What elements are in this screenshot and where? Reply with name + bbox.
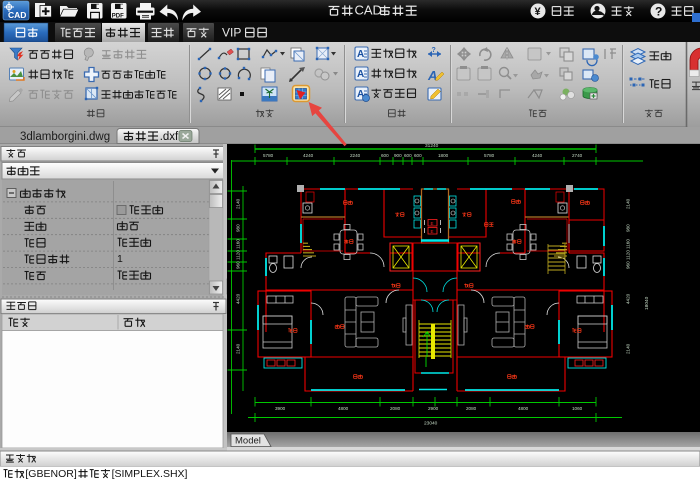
svg-text:4800: 4800	[338, 406, 349, 411]
svg-text:4420: 4420	[626, 293, 631, 304]
svg-text:2140: 2140	[626, 343, 631, 354]
svg-text:23040: 23040	[424, 421, 438, 427]
svg-text:1160: 1160	[236, 239, 241, 249]
svg-text:[SIMPLEX.SHX]: [SIMPLEX.SHX]	[112, 468, 188, 479]
svg-text:4420: 4420	[236, 293, 241, 304]
svg-text:2080: 2080	[466, 406, 477, 411]
svg-text:2140: 2140	[236, 198, 241, 209]
svg-text:2900: 2900	[428, 406, 439, 411]
svg-text:2240: 2240	[350, 153, 361, 158]
svg-text:A: A	[357, 69, 364, 80]
svg-text:900: 900	[394, 153, 402, 158]
svg-text:1060: 1060	[572, 406, 583, 411]
svg-text:1: 1	[117, 253, 123, 265]
svg-text:E: E	[431, 221, 434, 226]
svg-text:4800: 4800	[518, 406, 529, 411]
svg-text:VIP: VIP	[222, 25, 241, 39]
svg-text:600: 600	[414, 153, 422, 158]
svg-text:3dlamborgini.dwg: 3dlamborgini.dwg	[20, 131, 110, 143]
svg-text:¥: ¥	[535, 6, 542, 18]
svg-text:600: 600	[381, 153, 389, 158]
svg-text:31240: 31240	[425, 143, 439, 149]
svg-text:18040: 18040	[644, 296, 650, 310]
svg-text:5780: 5780	[263, 153, 274, 158]
svg-text:A: A	[357, 49, 364, 60]
svg-text:Model: Model	[235, 436, 261, 447]
svg-text:600: 600	[404, 153, 412, 158]
svg-text:980: 980	[236, 224, 241, 232]
svg-text:960: 960	[626, 261, 631, 269]
svg-text:?: ?	[655, 5, 662, 19]
svg-text:4240: 4240	[303, 153, 314, 158]
svg-text:CAD: CAD	[355, 3, 382, 18]
svg-text:A: A	[427, 68, 437, 83]
svg-text:960: 960	[236, 261, 241, 269]
svg-text:?: ?	[432, 47, 436, 54]
svg-text:.dxf: .dxf	[160, 131, 179, 143]
svg-text:PDF: PDF	[112, 14, 124, 20]
svg-text:1120: 1120	[626, 250, 631, 260]
svg-text:2740: 2740	[572, 153, 583, 158]
svg-text:CAD: CAD	[8, 10, 26, 20]
svg-text:2140: 2140	[236, 343, 241, 354]
svg-text:2080: 2080	[390, 406, 401, 411]
svg-text:1120: 1120	[236, 250, 241, 260]
svg-text:E: E	[431, 229, 434, 234]
svg-text:5780: 5780	[484, 153, 495, 158]
svg-text:1800: 1800	[438, 153, 449, 158]
svg-text:3900: 3900	[275, 406, 286, 411]
svg-text:1160: 1160	[626, 239, 631, 249]
svg-text:[GBENOR]: [GBENOR]	[25, 468, 76, 479]
svg-text:2140: 2140	[626, 198, 631, 209]
svg-text:980: 980	[626, 224, 631, 232]
svg-text:4240: 4240	[532, 153, 543, 158]
